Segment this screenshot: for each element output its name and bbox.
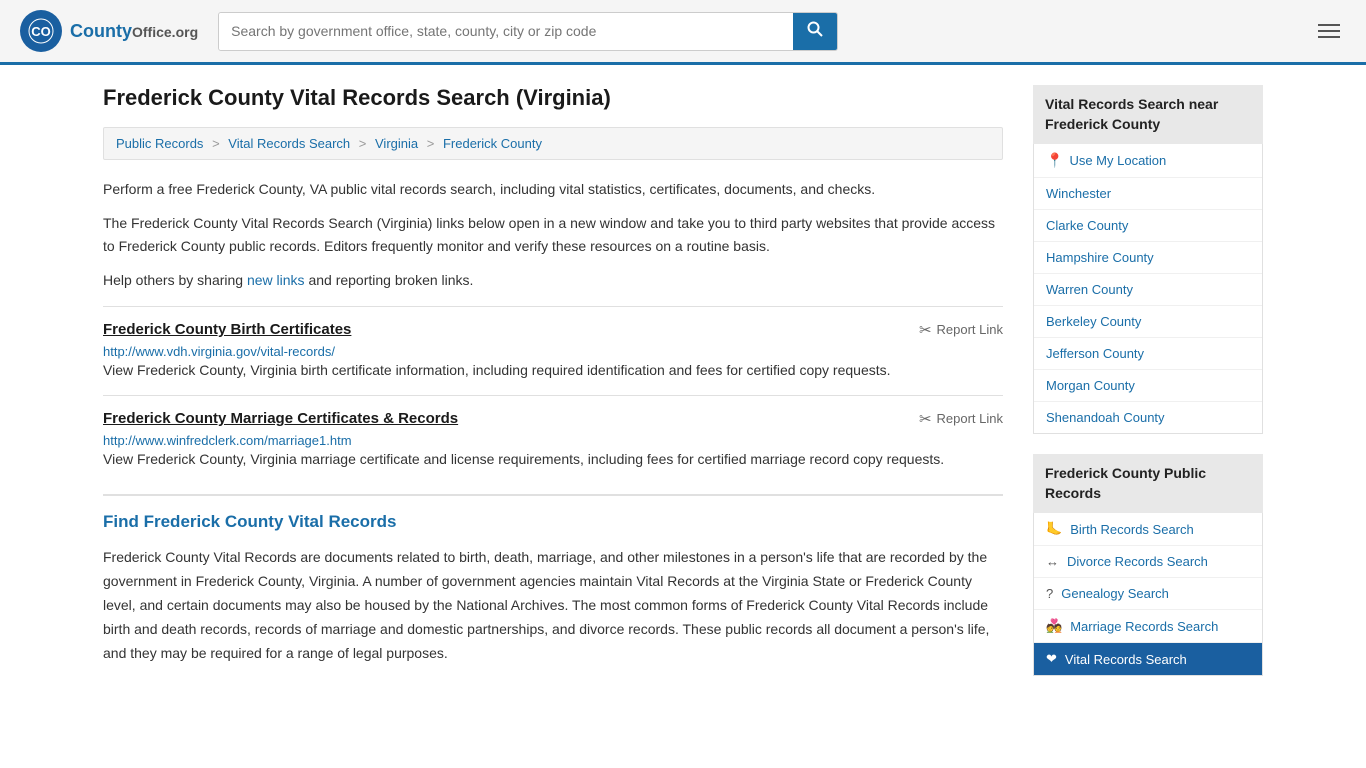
report-link-label-birth-cert: Report Link xyxy=(937,322,1003,337)
scissors-icon-birth-cert: ✂ xyxy=(919,321,932,339)
report-link-marriage-cert[interactable]: ✂ Report Link xyxy=(919,410,1003,428)
sidebar-nearby-item-5: Berkeley County xyxy=(1034,306,1262,338)
description-3-pre: Help others by sharing xyxy=(103,272,247,288)
sidebar: Vital Records Search near Frederick Coun… xyxy=(1033,85,1263,696)
new-links-link[interactable]: new links xyxy=(247,272,305,288)
sidebar-pr-link-0: 🦶 Birth Records Search xyxy=(1034,513,1262,546)
records-container: Frederick County Birth Certificates ✂ Re… xyxy=(103,306,1003,471)
sidebar-nearby-item-6: Jefferson County xyxy=(1034,338,1262,370)
sidebar-nearby-item-2: Clarke County xyxy=(1034,210,1262,242)
record-item-marriage-cert: Frederick County Marriage Certificates &… xyxy=(103,395,1003,470)
hamburger-menu[interactable] xyxy=(1312,18,1346,44)
sidebar-nearby-title: Vital Records Search near Frederick Coun… xyxy=(1033,85,1263,144)
sidebar-pr-link-2: ? Genealogy Search xyxy=(1034,578,1262,610)
sidebar-nearby-link-2[interactable]: Clarke County xyxy=(1046,218,1128,233)
sidebar-pr-link-anchor-4[interactable]: Vital Records Search xyxy=(1065,652,1187,667)
find-section: Find Frederick County Vital Records Fred… xyxy=(103,494,1003,665)
page-title: Frederick County Vital Records Search (V… xyxy=(103,85,1003,111)
breadcrumb: Public Records > Vital Records Search > … xyxy=(103,127,1003,160)
record-header-marriage-cert: Frederick County Marriage Certificates &… xyxy=(103,410,1003,428)
sidebar-pr-link-anchor-2[interactable]: Genealogy Search xyxy=(1061,586,1169,601)
record-item-birth-cert: Frederick County Birth Certificates ✂ Re… xyxy=(103,306,1003,381)
sidebar-nearby-link-7[interactable]: Morgan County xyxy=(1046,378,1135,393)
pr-icon-3: 💑 xyxy=(1046,618,1062,634)
main-container: Frederick County Vital Records Search (V… xyxy=(83,65,1283,716)
description-3-post: and reporting broken links. xyxy=(305,272,474,288)
sidebar-pr-link-anchor-0[interactable]: Birth Records Search xyxy=(1070,522,1194,537)
sidebar-nearby-item-7: Morgan County xyxy=(1034,370,1262,402)
sidebar-nearby-link-1[interactable]: Winchester xyxy=(1046,186,1111,201)
sidebar-pr-link-anchor-1[interactable]: Divorce Records Search xyxy=(1067,554,1208,569)
pr-icon-1: ↔ xyxy=(1046,554,1059,569)
record-desc-marriage-cert: View Frederick County, Virginia marriage… xyxy=(103,448,1003,470)
pr-icon-0: 🦶 xyxy=(1046,521,1062,537)
sidebar-nearby-link-8[interactable]: Shenandoah County xyxy=(1046,410,1165,425)
logo-icon: CO xyxy=(20,10,62,52)
search-button[interactable] xyxy=(793,13,837,50)
sidebar-nearby-links: 📍 Use My Location Winchester Clarke County H… xyxy=(1033,144,1263,434)
find-section-desc: Frederick County Vital Records are docum… xyxy=(103,546,1003,665)
scissors-icon-marriage-cert: ✂ xyxy=(919,410,932,428)
svg-text:CO: CO xyxy=(31,24,51,39)
sidebar-nearby-item-0: 📍 Use My Location xyxy=(1034,144,1262,178)
search-input[interactable] xyxy=(219,13,793,50)
report-link-label-marriage-cert: Report Link xyxy=(937,411,1003,426)
record-title-marriage-cert: Frederick County Marriage Certificates &… xyxy=(103,410,458,427)
search-bar xyxy=(218,12,838,51)
pr-icon-4: ❤ xyxy=(1046,651,1057,667)
sidebar-nearby-link-3[interactable]: Hampshire County xyxy=(1046,250,1154,265)
logo[interactable]: CO CountyOffice.org xyxy=(20,10,198,52)
sidebar-pr-link-3: 💑 Marriage Records Search xyxy=(1034,610,1262,643)
record-desc-birth-cert: View Frederick County, Virginia birth ce… xyxy=(103,359,1003,381)
record-title-link-marriage-cert[interactable]: Frederick County Marriage Certificates &… xyxy=(103,410,458,427)
sidebar-pr-links: 🦶 Birth Records Search ↔ Divorce Records Se… xyxy=(1033,513,1263,676)
breadcrumb-link-vital-records[interactable]: Vital Records Search xyxy=(228,136,350,151)
sidebar-nearby-item-8: Shenandoah County xyxy=(1034,402,1262,433)
breadcrumb-sep-2: > xyxy=(359,136,367,151)
breadcrumb-sep-1: > xyxy=(212,136,220,151)
record-title-link-birth-cert[interactable]: Frederick County Birth Certificates xyxy=(103,321,351,338)
breadcrumb-link-county[interactable]: Frederick County xyxy=(443,136,542,151)
sidebar-nearby-item-4: Warren County xyxy=(1034,274,1262,306)
sidebar-nearby-item-1: Winchester xyxy=(1034,178,1262,210)
sidebar-nearby-item-3: Hampshire County xyxy=(1034,242,1262,274)
description-2: The Frederick County Vital Records Searc… xyxy=(103,212,1003,257)
sidebar-nearby-link-6[interactable]: Jefferson County xyxy=(1046,346,1144,361)
sidebar-pr-link-4: ❤ Vital Records Search xyxy=(1034,643,1262,675)
breadcrumb-sep-3: > xyxy=(427,136,435,151)
record-header-birth-cert: Frederick County Birth Certificates ✂ Re… xyxy=(103,321,1003,339)
record-url-birth-cert[interactable]: http://www.vdh.virginia.gov/vital-record… xyxy=(103,344,335,359)
logo-text: CountyOffice.org xyxy=(70,21,198,42)
report-link-birth-cert[interactable]: ✂ Report Link xyxy=(919,321,1003,339)
record-url-marriage-cert[interactable]: http://www.winfredclerk.com/marriage1.ht… xyxy=(103,433,352,448)
sidebar-nearby-link-5[interactable]: Berkeley County xyxy=(1046,314,1141,329)
sidebar-nearby-link-0[interactable]: Use My Location xyxy=(1069,153,1166,168)
sidebar-nearby-section: Vital Records Search near Frederick Coun… xyxy=(1033,85,1263,434)
description-1: Perform a free Frederick County, VA publ… xyxy=(103,178,1003,200)
breadcrumb-link-virginia[interactable]: Virginia xyxy=(375,136,418,151)
location-icon: 📍 xyxy=(1046,152,1063,169)
breadcrumb-link-public-records[interactable]: Public Records xyxy=(116,136,203,151)
record-title-birth-cert: Frederick County Birth Certificates xyxy=(103,321,351,338)
sidebar-pr-link-anchor-3[interactable]: Marriage Records Search xyxy=(1070,619,1218,634)
description-3: Help others by sharing new links and rep… xyxy=(103,269,1003,291)
header: CO CountyOffice.org xyxy=(0,0,1366,65)
sidebar-public-records-section: Frederick County Public Records 🦶 Birth R… xyxy=(1033,454,1263,676)
description-section: Perform a free Frederick County, VA publ… xyxy=(103,178,1003,292)
main-content: Frederick County Vital Records Search (V… xyxy=(103,85,1003,696)
find-section-title: Find Frederick County Vital Records xyxy=(103,512,1003,532)
sidebar-nearby-link-4[interactable]: Warren County xyxy=(1046,282,1133,297)
pr-icon-2: ? xyxy=(1046,586,1053,601)
sidebar-pr-title: Frederick County Public Records xyxy=(1033,454,1263,513)
sidebar-pr-link-1: ↔ Divorce Records Search xyxy=(1034,546,1262,578)
